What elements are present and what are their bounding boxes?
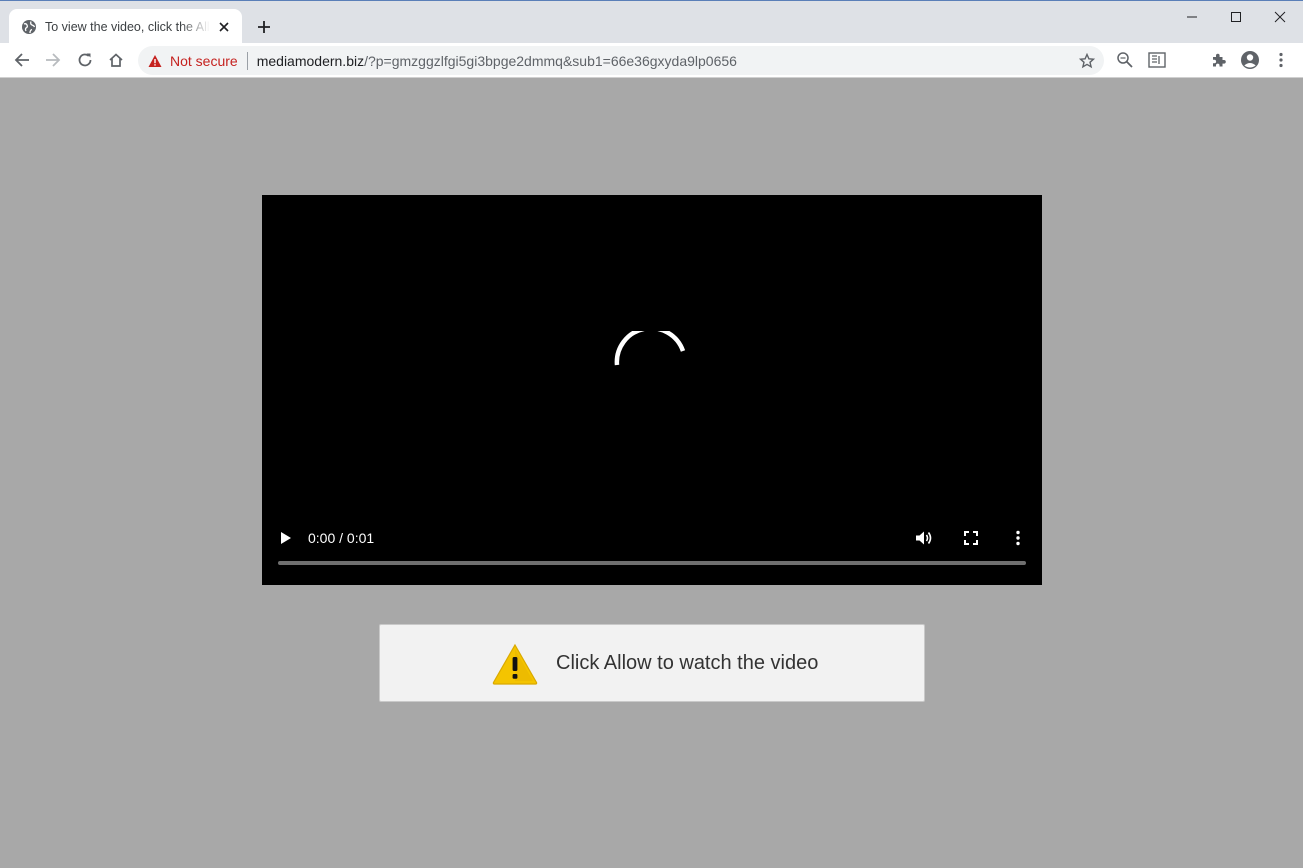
fullscreen-icon — [964, 531, 978, 545]
fullscreen-button[interactable] — [960, 528, 982, 548]
reload-icon — [78, 53, 92, 67]
close-window-button[interactable] — [1258, 5, 1302, 29]
profile-button[interactable] — [1237, 47, 1263, 73]
reading-list-button[interactable] — [1144, 47, 1170, 73]
omnibox-separator — [246, 51, 248, 70]
reload-button[interactable] — [72, 47, 98, 73]
extensions-icon — [1213, 53, 1226, 67]
home-button[interactable] — [103, 47, 129, 73]
security-status[interactable]: Not secure — [170, 53, 238, 69]
video-player[interactable]: 0:00 / 0:01 — [262, 195, 1042, 585]
play-icon — [281, 532, 291, 544]
video-controls: 0:00 / 0:01 — [262, 520, 1042, 554]
home-icon — [109, 53, 123, 67]
globe-icon — [22, 19, 36, 34]
forward-icon — [46, 53, 61, 67]
extensions-button[interactable] — [1206, 47, 1232, 73]
volume-button[interactable] — [913, 528, 935, 548]
zoom-button[interactable] — [1112, 47, 1138, 73]
forward-button[interactable] — [40, 47, 66, 73]
maximize-icon — [1231, 12, 1241, 22]
url-host: mediamodern.biz — [256, 52, 365, 69]
plus-icon — [258, 21, 270, 33]
close-window-icon — [1274, 11, 1286, 23]
volume-icon — [916, 531, 932, 545]
spinner-icon — [614, 331, 686, 366]
maximize-button[interactable] — [1214, 5, 1258, 29]
more-options-button[interactable] — [1007, 528, 1029, 548]
browser-menu-button[interactable] — [1268, 47, 1294, 73]
banner-message: Click Allow to watch the video — [556, 652, 819, 674]
time-display: 0:00 / 0:01 — [308, 530, 375, 546]
address-bar[interactable]: Not secure mediamodern.biz/?p=gmzggzlfgi… — [138, 46, 1104, 75]
allow-prompt-banner: Click Allow to watch the video — [379, 624, 925, 702]
profile-icon — [1241, 51, 1259, 69]
video-progress-bar[interactable] — [278, 561, 1026, 565]
minimize-icon — [1187, 16, 1197, 18]
more-options-icon — [1016, 530, 1020, 546]
tab-title: To view the video, click the Allow butto… — [45, 19, 210, 34]
kebab-menu-icon — [1279, 52, 1283, 68]
warning-icon — [492, 643, 538, 685]
close-icon — [219, 21, 229, 32]
warning-icon — [148, 54, 162, 67]
new-tab-button[interactable] — [253, 16, 275, 38]
star-icon — [1078, 52, 1095, 68]
play-button[interactable] — [276, 528, 296, 548]
url-path: /?p=gmzggzlfgi5gi3bpge2dmmq&sub1=66e36gx… — [364, 52, 737, 69]
zoom-icon — [1117, 52, 1133, 68]
back-icon — [14, 53, 29, 67]
title-bar: To view the video, click the Allow butto… — [0, 0, 1303, 44]
reading-list-icon — [1148, 52, 1166, 68]
tab-close-button[interactable] — [216, 19, 232, 35]
browser-tab[interactable]: To view the video, click the Allow butto… — [9, 9, 242, 44]
minimize-button[interactable] — [1170, 5, 1214, 29]
url-text[interactable]: mediamodern.biz/?p=gmzggzlfgi5gi3bpge2dm… — [257, 53, 737, 69]
browser-toolbar: Not secure mediamodern.biz/?p=gmzggzlfgi… — [0, 43, 1303, 78]
bookmark-button[interactable] — [1077, 51, 1096, 70]
back-button[interactable] — [9, 47, 35, 73]
